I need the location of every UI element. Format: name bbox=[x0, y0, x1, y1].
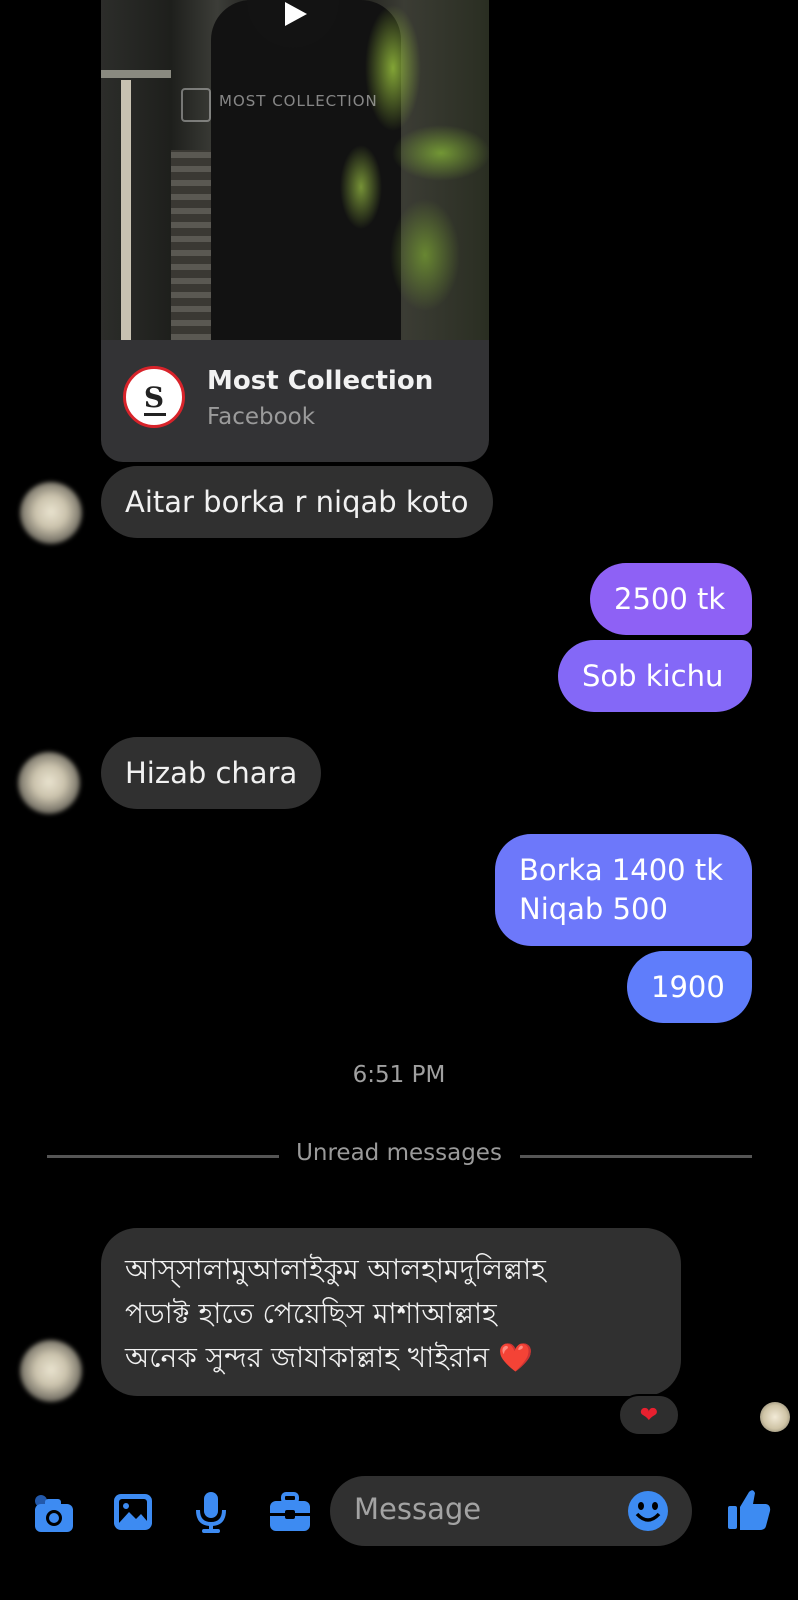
thumbnail-post bbox=[121, 80, 131, 340]
outgoing-message[interactable]: 1900 bbox=[627, 951, 752, 1023]
thumbnail-railing bbox=[101, 70, 171, 78]
incoming-message[interactable]: Aitar borka r niqab koto bbox=[101, 466, 493, 538]
message-input[interactable]: Message bbox=[330, 1476, 692, 1546]
watermark-logo bbox=[181, 88, 211, 122]
thumbs-up-icon[interactable] bbox=[726, 1486, 772, 1532]
contact-avatar[interactable] bbox=[20, 482, 82, 544]
outgoing-message[interactable]: Borka 1400 tk Niqab 500 bbox=[495, 834, 752, 946]
message-placeholder: Message bbox=[354, 1492, 482, 1526]
emoji-icon[interactable] bbox=[626, 1489, 670, 1533]
outgoing-message[interactable]: Sob kichu bbox=[558, 640, 752, 712]
contact-avatar[interactable] bbox=[20, 1340, 82, 1402]
gallery-icon[interactable] bbox=[111, 1490, 155, 1534]
incoming-message[interactable]: আস্সালামুআলাইকুম আলহামদুলিল্লাহ পডাক্ট হ… bbox=[101, 1228, 681, 1396]
video-thumbnail[interactable]: MOST COLLECTION bbox=[101, 0, 489, 340]
message-line: অনেক সুন্দর জাযাকাল্লাহ খাইরান ❤️ bbox=[125, 1341, 533, 1374]
thumbnail-plant bbox=[329, 0, 489, 340]
message-line: আস্সালামুআলাইকুম আলহামদুলিল্লাহ bbox=[125, 1253, 546, 1286]
shared-post-card[interactable]: MOST COLLECTION Most Collection Facebook bbox=[101, 0, 489, 462]
camera-icon[interactable] bbox=[32, 1492, 76, 1536]
briefcase-icon[interactable] bbox=[268, 1490, 312, 1534]
message-timestamp: 6:51 PM bbox=[352, 1062, 446, 1088]
seen-receipt-avatar bbox=[760, 1402, 790, 1432]
page-logo bbox=[123, 366, 185, 428]
reaction-badge[interactable]: ❤ bbox=[618, 1394, 680, 1436]
message-line: পডাক্ট হাতে পেয়েছিস মাশাআল্লাহ bbox=[125, 1297, 497, 1330]
divider-line bbox=[520, 1155, 752, 1158]
contact-avatar[interactable] bbox=[18, 752, 80, 814]
outgoing-message[interactable]: 2500 tk bbox=[590, 563, 752, 635]
incoming-message[interactable]: Hizab chara bbox=[101, 737, 322, 809]
video-watermark: MOST COLLECTION bbox=[219, 92, 378, 110]
heart-icon: ❤ bbox=[639, 1403, 659, 1428]
unread-divider-label: Unread messages bbox=[296, 1140, 502, 1166]
page-name[interactable]: Most Collection bbox=[207, 366, 433, 396]
microphone-icon[interactable] bbox=[189, 1490, 233, 1534]
post-source: Facebook bbox=[207, 404, 316, 430]
